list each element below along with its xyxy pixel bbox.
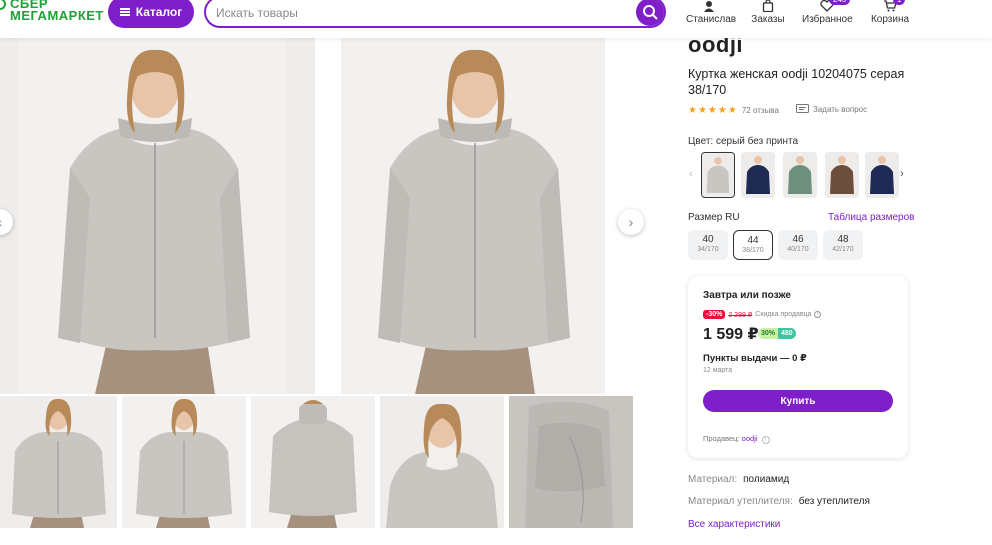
size-option[interactable]: 44 38/170 bbox=[733, 230, 773, 260]
gallery-next-button[interactable]: › bbox=[618, 209, 644, 235]
discount-row: -30% 2 299 ₽ Скидка продавца i bbox=[703, 310, 822, 319]
catalog-button[interactable]: Каталог bbox=[108, 0, 194, 28]
ask-question-label: Задать вопрос bbox=[813, 105, 868, 114]
size-label: Размер RU bbox=[688, 212, 740, 223]
size-option[interactable]: 40 34/170 bbox=[688, 230, 728, 260]
nav-label: Заказы bbox=[751, 14, 785, 25]
color-swatch[interactable] bbox=[783, 152, 817, 198]
all-specs-link[interactable]: Все характеристики bbox=[688, 519, 780, 530]
reviews-count: 72 отзыва bbox=[741, 105, 779, 115]
chat-icon bbox=[796, 104, 809, 113]
rating-stars: ★★★★★ bbox=[688, 104, 738, 116]
thumbnail-strip bbox=[0, 396, 648, 528]
spec-row: Материал: полиамид bbox=[688, 474, 789, 485]
info-icon[interactable]: i bbox=[761, 436, 770, 444]
spec-value: без утеплителя bbox=[798, 496, 870, 507]
bonus-points: 480 bbox=[778, 328, 796, 339]
size-option[interactable]: 48 42/170 bbox=[823, 230, 863, 260]
buy-button[interactable]: Купить bbox=[703, 390, 893, 412]
color-swatch[interactable] bbox=[865, 152, 899, 198]
size-height: 38/170 bbox=[742, 247, 764, 254]
size-ru: 44 bbox=[747, 235, 759, 246]
spec-row: Материал утеплителя: без утеплителя bbox=[688, 496, 870, 507]
nav-favorites[interactable]: 245 Избранное bbox=[802, 0, 853, 30]
offer-card: Завтра или позже -30% 2 299 ₽ Скидка про… bbox=[688, 276, 908, 458]
color-swatch[interactable] bbox=[741, 152, 775, 198]
seller-row: Продавец: oodji i bbox=[703, 434, 770, 444]
size-height: 40/170 bbox=[787, 246, 809, 253]
size-height: 34/170 bbox=[697, 246, 719, 253]
chevron-left-icon: ‹ bbox=[0, 214, 2, 230]
product-gallery: ‹ › bbox=[0, 38, 648, 394]
search-box bbox=[204, 0, 666, 28]
size-ru: 48 bbox=[837, 234, 849, 245]
discount-note: Скидка продавца bbox=[755, 311, 812, 318]
nav-profile[interactable]: Станислав bbox=[686, 0, 737, 30]
ask-question-link[interactable]: Задать вопрос bbox=[796, 104, 867, 115]
delivery-title: Завтра или позже bbox=[703, 290, 791, 301]
chevron-right-icon[interactable]: › bbox=[900, 168, 904, 180]
color-swatch[interactable] bbox=[825, 152, 859, 198]
thumbnail[interactable] bbox=[380, 396, 504, 528]
thumbnail[interactable] bbox=[509, 396, 633, 528]
rating-row[interactable]: ★★★★★ 72 отзыва bbox=[688, 104, 779, 116]
seller-label: Продавец: bbox=[703, 434, 740, 443]
product-title: Куртка женская oodji 10204075 серая 38/1… bbox=[688, 67, 905, 97]
logo-text-bottom: МЕГАМАРКЕТ bbox=[10, 8, 104, 23]
spec-value: полиамид bbox=[743, 474, 790, 485]
bonus-badge: 30% 480 bbox=[758, 328, 796, 339]
info-icon[interactable]: i bbox=[814, 311, 822, 318]
bonus-percent: 30% bbox=[758, 328, 779, 339]
nav-label: Корзина bbox=[870, 14, 910, 25]
cart-icon bbox=[868, 0, 912, 12]
logo[interactable]: СБЕР МЕГАМАРКЕТ bbox=[0, 0, 103, 26]
nav-orders[interactable]: Заказы bbox=[748, 0, 788, 30]
seller-link[interactable]: oodji bbox=[742, 434, 758, 443]
profile-icon bbox=[686, 0, 732, 12]
spec-name: Материал: bbox=[688, 474, 738, 485]
bag-icon bbox=[748, 0, 788, 13]
nav-label: Станислав bbox=[686, 14, 737, 25]
product-photo-1[interactable] bbox=[0, 38, 315, 394]
thumbnail[interactable] bbox=[0, 396, 117, 528]
size-ru: 46 bbox=[792, 234, 804, 245]
size-option[interactable]: 46 40/170 bbox=[778, 230, 818, 260]
product-photo-2[interactable] bbox=[315, 38, 633, 394]
size-height: 42/170 bbox=[832, 246, 854, 253]
search-icon bbox=[643, 5, 658, 20]
favorites-badge: 245 bbox=[829, 0, 851, 5]
chevron-right-icon: › bbox=[628, 214, 634, 230]
spec-name: Материал утеплителя: bbox=[688, 496, 793, 507]
size-ru: 40 bbox=[702, 234, 714, 245]
color-swatches: ‹ › bbox=[688, 152, 910, 200]
thumbnail[interactable] bbox=[122, 396, 246, 528]
search-input[interactable] bbox=[216, 4, 626, 22]
price: 1 599 ₽ bbox=[703, 326, 759, 343]
nav-cart[interactable]: 1 Корзина bbox=[868, 0, 912, 30]
pickup-info: Пункты выдачи — 0 ₽ bbox=[703, 353, 807, 364]
discount-badge: -30% bbox=[703, 310, 726, 319]
color-swatch[interactable] bbox=[701, 152, 735, 198]
logo-mark-icon bbox=[0, 0, 6, 10]
thumbnail[interactable] bbox=[251, 396, 375, 528]
pickup-date: 12 марта bbox=[703, 367, 733, 374]
site-header: СБЕР МЕГАМАРКЕТ Каталог Станислав Заказы… bbox=[0, 0, 992, 38]
old-price: 2 299 ₽ bbox=[728, 311, 753, 319]
menu-icon bbox=[119, 8, 130, 16]
nav-label: Избранное bbox=[802, 14, 853, 25]
chevron-left-icon[interactable]: ‹ bbox=[689, 168, 693, 180]
size-table-link[interactable]: Таблица размеров bbox=[828, 212, 914, 223]
search-button[interactable] bbox=[636, 0, 664, 26]
catalog-label: Каталог bbox=[135, 5, 183, 19]
color-label: Цвет: серый без принта bbox=[688, 136, 799, 147]
